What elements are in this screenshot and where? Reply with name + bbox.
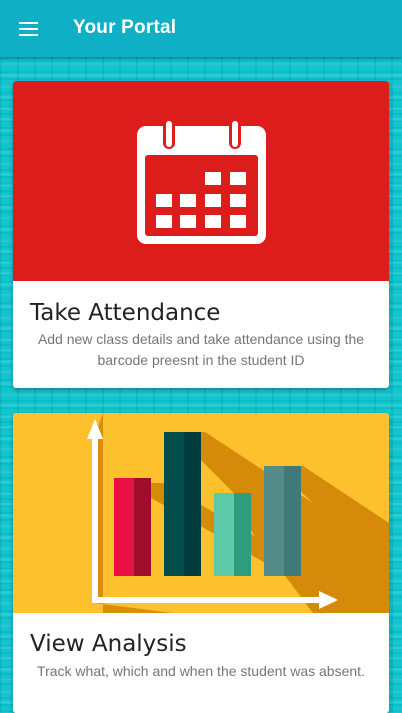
bar-chart-illustration [87,413,389,613]
hamburger-menu-icon[interactable] [12,14,46,44]
app-bar: Your Portal [0,0,402,57]
view-analysis-description: Track what, which and when the student w… [37,663,365,679]
take-attendance-hero [13,81,389,281]
calendar-icon [137,119,266,244]
take-attendance-description: Add new class details and take attendanc… [37,331,365,368]
view-analysis-card[interactable]: View Analysis Track what, which and when… [13,413,389,713]
take-attendance-title: Take Attendance [30,300,221,326]
app-title: Your Portal [73,17,177,38]
take-attendance-card[interactable]: Take Attendance Add new class details an… [13,81,389,388]
view-analysis-hero [13,413,389,613]
view-analysis-title: View Analysis [30,631,187,657]
